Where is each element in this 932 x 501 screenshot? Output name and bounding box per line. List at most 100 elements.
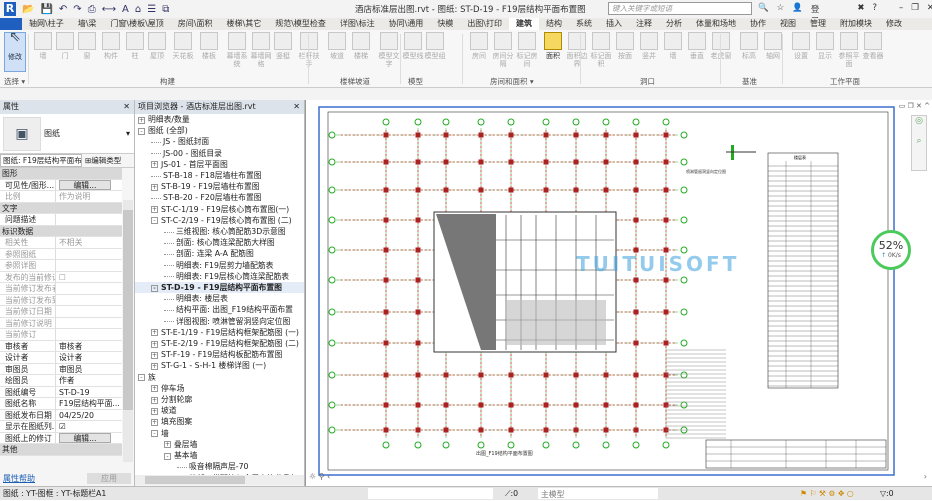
tab-20[interactable]: 附加模块: [833, 18, 879, 30]
tool-button-0[interactable]: ⇖ 修改: [4, 30, 26, 72]
property-value[interactable]: 设计者: [59, 353, 82, 362]
tab-2[interactable]: 门窗\楼板\屋顶: [103, 18, 170, 30]
browser-item[interactable]: ST-B-18 - F18层墙柱布置图: [135, 170, 304, 181]
tab-4[interactable]: 楼梯\其它: [220, 18, 269, 30]
tool-button-10[interactable]: 幕墙网格: [250, 32, 272, 68]
browser-item[interactable]: + 明细表/数量: [135, 114, 304, 125]
collapse-icon[interactable]: -: [151, 430, 158, 438]
tab-9[interactable]: 出图\打印: [460, 18, 509, 30]
browser-item[interactable]: - 基本墙: [135, 450, 304, 461]
tool-button-28[interactable]: 老虎窗: [710, 32, 732, 60]
close-hidden-icon[interactable]: ⧉: [162, 4, 169, 15]
edit-button[interactable]: 编辑...: [59, 432, 111, 443]
tool-button-17[interactable]: 模型组: [424, 32, 446, 60]
browser-item[interactable]: + 停车场: [135, 383, 304, 394]
tool-button-22[interactable]: 面积边界: [566, 32, 588, 68]
tool-button-31[interactable]: 设置: [790, 32, 812, 60]
tool-button-25[interactable]: 竖井: [638, 32, 660, 60]
scroll-left-icon[interactable]: ‹: [327, 472, 330, 481]
expand-icon[interactable]: +: [151, 418, 158, 426]
tab-13[interactable]: 插入: [599, 18, 629, 30]
tab-16[interactable]: 体量和场地: [689, 18, 743, 30]
property-value[interactable]: 不相关: [59, 238, 82, 247]
zoom-icon[interactable]: ⌕: [912, 136, 926, 146]
tab-1[interactable]: 墙\梁: [71, 18, 104, 30]
tool-button-7[interactable]: 天花板: [172, 32, 194, 60]
instance-filter-select[interactable]: 图纸: F19层结构平面布: [0, 154, 82, 167]
print-icon[interactable]: ⎙: [88, 4, 96, 15]
expand-icon[interactable]: +: [138, 116, 145, 124]
browser-item[interactable]: -族: [135, 372, 304, 383]
browser-item[interactable]: + ST-C-1/19 - F19层核心筒布置图(一): [135, 204, 304, 215]
tab-14[interactable]: 注释: [629, 18, 659, 30]
property-value[interactable]: 作者: [59, 376, 75, 385]
tab-7[interactable]: 协同\通用: [382, 18, 431, 30]
selection-settings-icons[interactable]: ⚑ ⚐ ⚒ ⚙ ✥ ○: [800, 487, 854, 500]
tool-button-6[interactable]: 屋顶: [146, 32, 168, 60]
text-icon[interactable]: A: [122, 4, 129, 15]
type-selector[interactable]: ▣ 图纸 ▾: [0, 114, 134, 154]
scroll-right-icon[interactable]: ›: [924, 472, 927, 481]
expand-icon[interactable]: +: [151, 362, 158, 370]
tool-button-13[interactable]: 坡道: [326, 32, 348, 60]
view-controls[interactable]: ▭ ❐ ✕ ^: [899, 102, 930, 110]
browser-item[interactable]: + 坡道: [135, 405, 304, 416]
tool-button-29[interactable]: 标高: [738, 32, 760, 60]
expand-icon[interactable]: +: [164, 441, 171, 449]
tool-button-21[interactable]: 面积: [542, 32, 564, 60]
browser-item[interactable]: 明细表: F19层剪力墙配筋表: [135, 260, 304, 271]
tool-button-5[interactable]: 柱: [124, 32, 146, 60]
browser-item[interactable]: - ST-C-2/19 - F19层核心筒布置图 (二): [135, 215, 304, 226]
collapse-icon[interactable]: -: [164, 452, 171, 460]
collapse-icon[interactable]: -: [138, 127, 145, 135]
open-icon[interactable]: 📂: [22, 4, 34, 15]
visibility-icon[interactable]: ⚲: [319, 472, 325, 481]
browser-item[interactable]: + JS-01 - 首层平面图: [135, 159, 304, 170]
save-icon[interactable]: 💾: [40, 4, 52, 15]
tab-17[interactable]: 协作: [743, 18, 773, 30]
tool-button-19[interactable]: 房间分隔: [492, 32, 514, 68]
tool-button-23[interactable]: 标记面积: [590, 32, 612, 68]
tool-button-8[interactable]: 楼板: [198, 32, 220, 60]
property-value[interactable]: ☐: [59, 273, 66, 282]
expand-icon[interactable]: +: [151, 351, 158, 359]
tool-button-15[interactable]: 模型文字: [378, 32, 400, 68]
tool-button-2[interactable]: 门: [54, 32, 76, 60]
tool-button-12[interactable]: 栏杆扶手: [298, 32, 320, 68]
tool-button-9[interactable]: 幕墙系统: [226, 32, 248, 68]
scrollbar[interactable]: [123, 200, 133, 462]
collapse-icon[interactable]: -: [138, 374, 145, 382]
search-input[interactable]: 键入关键字或短语: [608, 2, 752, 15]
collapse-icon[interactable]: -: [151, 217, 158, 225]
browser-item[interactable]: 结构平面: 出图_F19结构平面布置: [135, 304, 304, 315]
expand-icon[interactable]: +: [151, 161, 158, 169]
undo-icon[interactable]: ↶: [59, 4, 67, 15]
property-value[interactable]: ☑: [59, 422, 66, 431]
browser-item[interactable]: + ST-B-19 - F19层墙柱布置图: [135, 181, 304, 192]
tab-5[interactable]: 规范\模型检查: [268, 18, 333, 30]
thin-lines-icon[interactable]: ☰: [147, 4, 156, 15]
properties-help-link[interactable]: 属性帮助: [3, 473, 35, 484]
horizontal-scrollbar[interactable]: [135, 475, 304, 485]
filter-icon[interactable]: ▽:0: [880, 487, 894, 500]
browser-item[interactable]: 剖面: 核心筒连梁配筋大样图: [135, 237, 304, 248]
property-value[interactable]: 审图员: [59, 365, 82, 374]
sun-icon[interactable]: ☼: [309, 472, 316, 481]
expand-icon[interactable]: +: [151, 340, 158, 348]
browser-item[interactable]: - 图纸 (全部): [135, 125, 304, 136]
tool-button-11[interactable]: 竖梃: [272, 32, 294, 60]
browser-item[interactable]: 三维视图: 核心筒配筋3D示意图: [135, 226, 304, 237]
expand-icon[interactable]: +: [151, 329, 158, 337]
panel-label-4[interactable]: 房间和面积 ▾: [490, 76, 534, 87]
tool-button-1[interactable]: 墙: [32, 32, 54, 60]
navigation-bar[interactable]: ◎ ⌕: [911, 115, 927, 171]
tab-12[interactable]: 系统: [569, 18, 599, 30]
browser-item[interactable]: + ST-E-2/19 - F19层结构框架配筋图 (二): [135, 338, 304, 349]
expand-icon[interactable]: +: [151, 183, 158, 191]
tab-0[interactable]: 轴网\柱子: [22, 18, 71, 30]
measure-icon[interactable]: ⟷: [102, 4, 116, 15]
browser-item[interactable]: 明细表: F19层核心筒连梁配筋表: [135, 271, 304, 282]
tab-6[interactable]: 详图\标注: [333, 18, 382, 30]
design-option-select[interactable]: 主模型: [538, 488, 658, 499]
expand-icon[interactable]: +: [151, 385, 158, 393]
